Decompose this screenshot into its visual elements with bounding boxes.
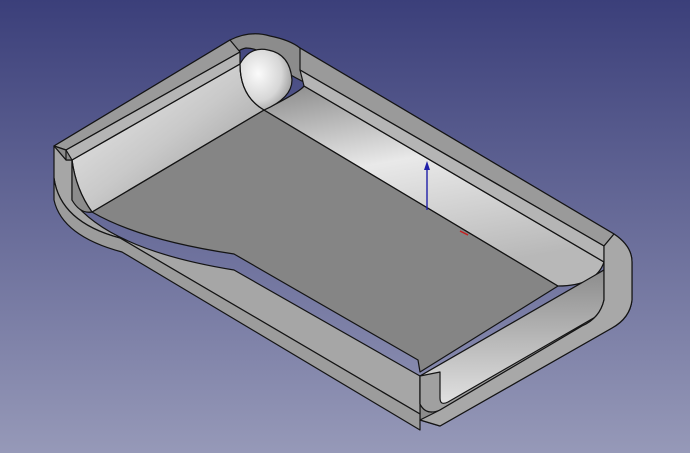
viewport-canvas[interactable] [0, 0, 690, 453]
3d-viewport[interactable] [0, 0, 690, 453]
